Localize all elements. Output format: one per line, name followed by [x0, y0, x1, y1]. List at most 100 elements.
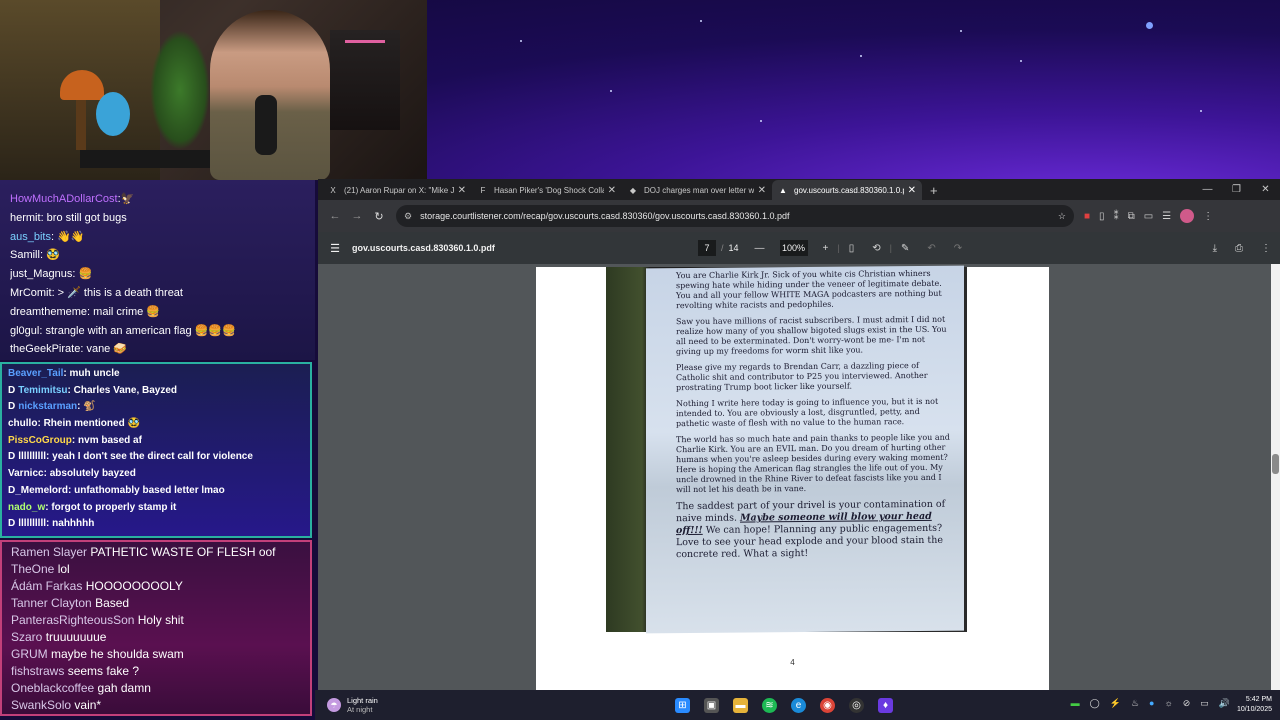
tray-icon[interactable]: ☼ [1164, 698, 1172, 709]
browser-menu-icon[interactable]: ⋮ [1203, 211, 1213, 222]
chat-badge: D [8, 451, 16, 463]
back-button[interactable]: ← [324, 210, 346, 222]
chrome-icon[interactable]: ◉ [820, 697, 835, 713]
chat-username[interactable]: llllllllll [18, 518, 46, 529]
close-window-button[interactable]: ✕ [1251, 179, 1280, 200]
extensions-puzzle-icon[interactable]: ⧉ [1128, 211, 1135, 222]
start-icon[interactable]: ⊞ [675, 697, 690, 713]
chat-username[interactable]: MrComit [10, 287, 52, 299]
profile-avatar[interactable] [1180, 209, 1195, 223]
undo-icon[interactable]: ↶ [927, 243, 935, 254]
chat-username[interactable]: Temimitsu [18, 385, 67, 396]
minimize-button[interactable]: — [1193, 179, 1222, 200]
task-view-icon[interactable]: ▣ [704, 697, 719, 713]
tab-close-icon[interactable]: ✕ [608, 185, 616, 196]
tab-close-icon[interactable]: ✕ [758, 185, 766, 196]
download-icon[interactable]: ⤓ [1213, 243, 1217, 254]
address-bar[interactable]: ⚙ storage.courtlistener.com/recap/gov.us… [396, 205, 1074, 227]
chat-username[interactable]: PanterasRighteousSon [11, 613, 134, 627]
pdf-page: You are Charlie Kirk Jr. Sick of you whi… [536, 265, 1049, 690]
page-number-input[interactable]: 7 [698, 240, 716, 256]
chat-username[interactable]: GRUM [11, 647, 48, 661]
chat-username[interactable]: dreamthememe [10, 306, 87, 318]
extension-trash-icon[interactable]: ▯ [1099, 211, 1105, 222]
print-icon[interactable]: ⎙ [1235, 243, 1243, 254]
chat-username[interactable]: HowMuchADollarCost [10, 193, 118, 205]
chat-username[interactable]: gl0gul [10, 325, 39, 337]
redo-icon[interactable]: ↷ [954, 243, 962, 254]
chat-message: Dnickstarman: 🐒 [8, 399, 310, 416]
tray-icon[interactable]: ◯ [1090, 698, 1100, 709]
tray-icon[interactable]: ⚡ [1110, 698, 1121, 709]
steam-icon[interactable]: ♨ [1131, 698, 1139, 709]
chat-username[interactable]: Beaver_Tail [8, 368, 63, 379]
tray-icon[interactable]: ▬ [1071, 698, 1080, 709]
app-purple-icon[interactable]: ♦ [878, 697, 893, 713]
pdf-scrollbar[interactable] [1271, 264, 1280, 690]
chat-message: Szaro truuuuuuue [11, 629, 310, 646]
window-controls: — ❐ ✕ [1193, 179, 1280, 200]
chat-text: PATHETIC WASTE OF FLESH oof [90, 545, 276, 559]
obs-icon[interactable]: ◎ [849, 697, 864, 713]
tab-close-icon[interactable]: ✕ [908, 185, 916, 196]
volume-icon[interactable]: 🔊 [1219, 698, 1230, 709]
chat-username[interactable]: Varnicc [8, 468, 44, 479]
fit-page-icon[interactable]: ▯ [849, 243, 855, 254]
zoom-input[interactable]: 100% [779, 240, 808, 256]
pdf-more-icon[interactable]: ⋮ [1261, 243, 1271, 254]
chat-username[interactable]: nickstarman [18, 401, 77, 412]
spotify-icon[interactable]: ≋ [762, 697, 777, 713]
tab-close-icon[interactable]: ✕ [458, 185, 466, 196]
chat-username[interactable]: Oneblackcoffee [11, 681, 94, 695]
clock[interactable]: 5:42 PM 10/10/2025 [1237, 695, 1272, 715]
chat-username[interactable]: Ádám Farkas [11, 579, 82, 593]
chat-username[interactable]: D_Memelord [8, 485, 68, 496]
chat-username[interactable]: Ramen Slayer [11, 545, 87, 559]
bookmark-star-icon[interactable]: ☆ [1058, 211, 1066, 222]
file-explorer-icon[interactable]: ▬ [733, 697, 748, 713]
chat-username[interactable]: SwankSolo [11, 698, 71, 712]
chat-username[interactable]: llllllllll [18, 451, 46, 462]
scrollbar-thumb[interactable] [1272, 454, 1279, 474]
site-info-icon[interactable]: ⚙ [404, 211, 412, 222]
chat-username[interactable]: Tanner Clayton [11, 596, 92, 610]
rotate-icon[interactable]: ⟲ [872, 243, 880, 254]
weather-widget[interactable]: ☂ Light rain At night [315, 696, 675, 714]
split-view-icon[interactable]: ▭ [1144, 211, 1153, 222]
chat-text: muh uncle [66, 368, 120, 379]
browser-tab[interactable]: ▲ gov.uscourts.casd.830360.1.0.p ✕ [772, 180, 922, 200]
pdf-menu-icon[interactable]: ☰ [318, 242, 352, 255]
tray-icon[interactable]: ⊘ [1183, 698, 1191, 709]
pdf-viewer[interactable]: You are Charlie Kirk Jr. Sick of you whi… [318, 264, 1280, 690]
chat-username[interactable]: aus_bits [10, 231, 51, 243]
zoom-out-icon[interactable]: — [755, 243, 765, 254]
chat-username[interactable]: chullo [8, 418, 37, 429]
forward-button[interactable]: → [346, 210, 368, 222]
chat-username[interactable]: PissCoGroup [8, 435, 72, 446]
chat-username[interactable]: TheOne [11, 562, 54, 576]
annotate-icon[interactable]: ✎ [901, 243, 909, 254]
chat-username[interactable]: theGeekPirate [10, 343, 80, 355]
chat-message: Beaver_Tail: muh uncle [8, 366, 310, 383]
edge-icon[interactable]: e [791, 697, 806, 713]
tray-icon[interactable]: ● [1149, 698, 1154, 709]
extension-grid-icon[interactable]: ⁑ [1114, 211, 1119, 222]
network-icon[interactable]: ▭ [1200, 698, 1209, 709]
chat-username[interactable]: just_Magnus [10, 268, 72, 280]
chat-username[interactable]: Samill [10, 249, 40, 261]
tab-search-icon[interactable]: ☰ [1162, 211, 1171, 222]
browser-tab[interactable]: ◆ DOJ charges man over letter w ✕ [622, 180, 772, 200]
chat-username[interactable]: nado_w [8, 502, 45, 513]
chat-username[interactable]: hermit [10, 212, 41, 224]
extension-red-icon[interactable]: ■ [1084, 211, 1090, 222]
chat-message: aus_bits: 👋👋 [10, 228, 315, 247]
maximize-button[interactable]: ❐ [1222, 179, 1251, 200]
browser-tab[interactable]: X (21) Aaron Rupar on X: "Mike Jo ✕ [322, 180, 472, 200]
new-tab-button[interactable]: + [922, 180, 946, 200]
reload-button[interactable]: ↻ [368, 210, 390, 223]
browser-tab[interactable]: F Hasan Piker's 'Dog Shock Colla ✕ [472, 180, 622, 200]
chat-emote: 🍔 [146, 305, 161, 318]
chat-username[interactable]: fishstraws [11, 664, 64, 678]
zoom-in-icon[interactable]: + [823, 243, 829, 254]
chat-username[interactable]: Szaro [11, 630, 42, 644]
